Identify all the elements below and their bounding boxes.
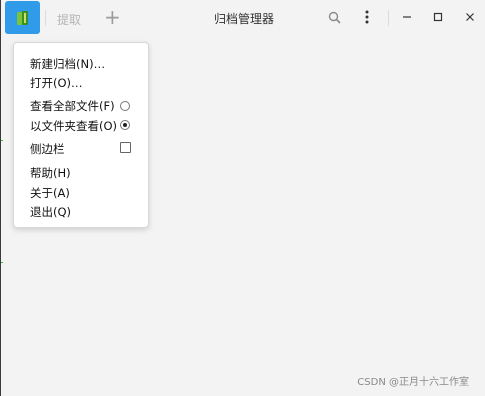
view-as-folder-radio[interactable]: [120, 120, 130, 130]
menu-item-help[interactable]: 帮助(H): [30, 165, 71, 181]
menu-item-open[interactable]: 打开(O)…: [30, 75, 83, 91]
menu-item-about[interactable]: 关于(A): [30, 185, 70, 201]
search-button[interactable]: [323, 6, 345, 28]
titlebar: 提取 + 归档管理器: [1, 0, 485, 36]
watermark-text: CSDN @正月十六工作室: [357, 377, 469, 388]
search-icon: [328, 11, 341, 24]
maximize-icon: [433, 12, 443, 22]
menu-item-sidebar[interactable]: 侧边栏: [30, 141, 65, 157]
add-button[interactable]: +: [104, 6, 121, 28]
app-menu-button[interactable]: [5, 1, 40, 34]
edge-mark: [1, 262, 3, 263]
menu-item-quit[interactable]: 退出(Q): [30, 204, 71, 220]
menu-item-view-all-files[interactable]: 查看全部文件(F): [30, 98, 115, 114]
minimize-icon: [403, 16, 411, 18]
close-button[interactable]: [459, 6, 481, 28]
toolbar-separator: [45, 10, 46, 26]
archive-manager-icon: [15, 10, 31, 26]
app-dropdown-menu: 新建归档(N)… 打开(O)… 查看全部文件(F) 以文件夹查看(O) 侧边栏 …: [13, 42, 149, 228]
sidebar-checkbox[interactable]: [120, 142, 131, 153]
edge-mark: [1, 140, 3, 141]
menu-item-view-as-folder[interactable]: 以文件夹查看(O): [30, 118, 117, 134]
close-icon: [466, 13, 474, 21]
menu-item-new-archive[interactable]: 新建归档(N)…: [30, 56, 105, 72]
minimize-button[interactable]: [396, 6, 418, 28]
archive-manager-window: 提取 + 归档管理器 新建归档(N)… 打开(O)… 查看全部文件(F) 以文件…: [0, 0, 485, 396]
kebab-menu-icon: [365, 10, 369, 24]
window-title: 归档管理器: [213, 12, 274, 26]
window-controls-separator: [388, 10, 389, 26]
extract-button[interactable]: 提取: [57, 11, 81, 28]
more-button[interactable]: [356, 6, 378, 28]
view-all-files-radio[interactable]: [120, 101, 130, 111]
maximize-button[interactable]: [427, 6, 449, 28]
